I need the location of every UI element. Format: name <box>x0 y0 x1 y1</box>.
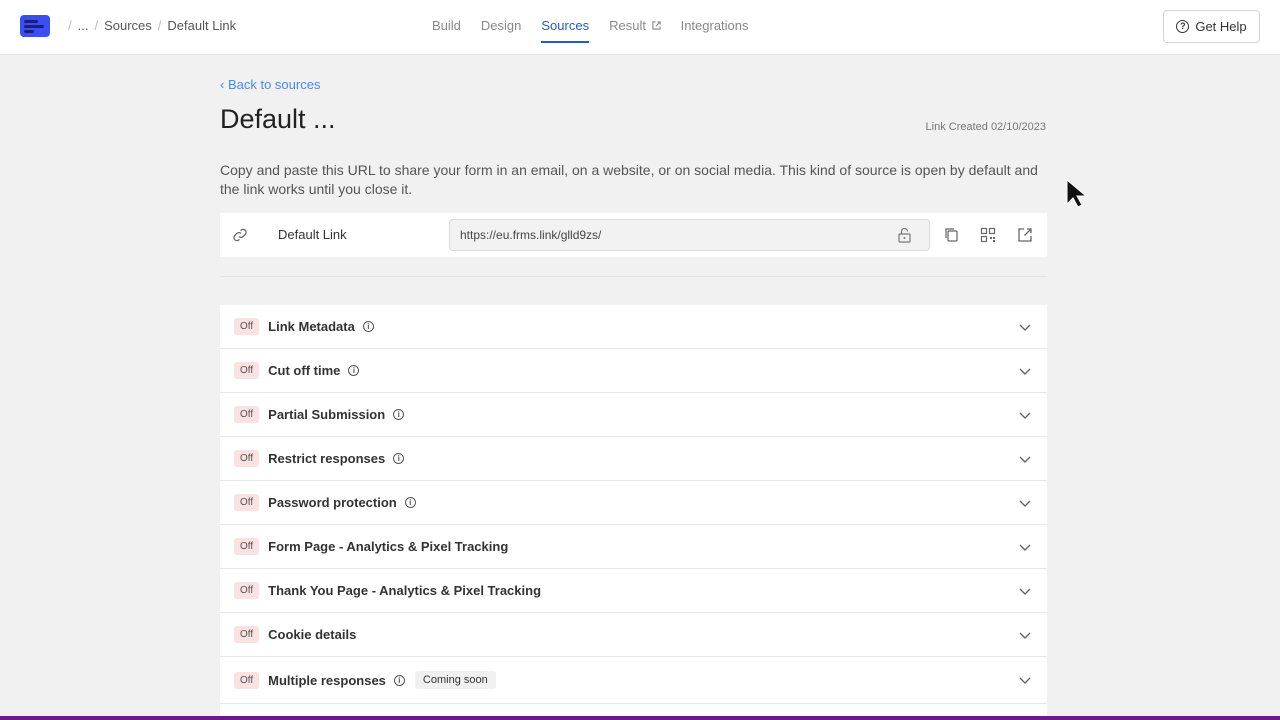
copy-icon[interactable] <box>944 227 959 243</box>
setting-multiple-responses[interactable]: Off Multiple responses i Coming soon <box>220 657 1047 704</box>
chevron-down-icon[interactable] <box>1019 410 1031 420</box>
setting-label: Form Page - Analytics & Pixel Tracking <box>268 539 509 554</box>
external-link-icon <box>651 21 661 30</box>
settings-accordion: Off Link Metadata i Off Cut off time i O… <box>220 305 1047 720</box>
app-logo-icon[interactable] <box>20 15 50 37</box>
status-badge: Off <box>234 362 260 379</box>
chevron-down-icon[interactable] <box>1019 542 1031 552</box>
chevron-down-icon[interactable] <box>1019 322 1031 332</box>
status-badge: Off <box>234 538 260 555</box>
setting-label: Multiple responses <box>268 672 386 688</box>
open-external-icon[interactable] <box>1017 227 1033 243</box>
setting-link-metadata[interactable]: Off Link Metadata i <box>220 305 1047 349</box>
link-created-date: Link Created 02/10/2023 <box>925 121 1046 133</box>
back-label: Back to sources <box>227 77 321 92</box>
chevron-left-icon: ‹ <box>220 77 225 92</box>
info-icon[interactable]: i <box>393 453 405 464</box>
setting-restrict-responses[interactable]: Off Restrict responses i <box>220 437 1047 481</box>
tab-integrations[interactable]: Integrations <box>681 18 749 43</box>
tab-result[interactable]: Result <box>609 18 661 43</box>
status-badge: Off <box>234 494 260 511</box>
status-badge: Off <box>234 450 260 467</box>
setting-label: Cookie details <box>268 627 357 642</box>
setting-form-page-analytics[interactable]: Off Form Page - Analytics & Pixel Tracki… <box>220 525 1047 569</box>
setting-label: Link Metadata <box>268 319 355 334</box>
setting-label: Partial Submission <box>268 407 386 422</box>
info-icon[interactable]: i <box>404 497 416 508</box>
help-icon: ? <box>1176 20 1190 33</box>
link-label: Default Link <box>278 227 347 242</box>
chevron-down-icon[interactable] <box>1019 454 1031 464</box>
status-badge: Off <box>234 582 260 599</box>
top-bar: / ... / Sources / Default Link Build Des… <box>0 0 1280 55</box>
get-help-label: Get Help <box>1195 19 1247 34</box>
page-description: Copy and paste this URL to share your fo… <box>220 162 1038 197</box>
tab-result-label: Result <box>609 18 646 33</box>
info-icon[interactable]: i <box>393 674 405 686</box>
info-icon[interactable]: i <box>348 365 360 376</box>
coming-soon-badge: Coming soon <box>414 671 496 689</box>
page-title: Default ... <box>220 104 336 134</box>
chevron-down-icon[interactable] <box>1019 366 1031 376</box>
breadcrumb-ellipsis[interactable]: ... <box>78 18 89 33</box>
setting-cut-off-time[interactable]: Off Cut off time i <box>220 349 1047 393</box>
get-help-button[interactable]: ? Get Help <box>1163 10 1260 43</box>
tab-sources[interactable]: Sources <box>541 18 590 43</box>
breadcrumb-current: Default Link <box>167 18 237 33</box>
breadcrumb-sources[interactable]: Sources <box>104 18 152 33</box>
setting-partial-submission[interactable]: Off Partial Submission i <box>220 393 1047 437</box>
status-badge: Off <box>234 406 260 423</box>
main-nav: Build Design Sources Result Integrations <box>432 18 749 43</box>
chevron-down-icon[interactable] <box>1019 675 1031 685</box>
chevron-down-icon[interactable] <box>1019 586 1031 596</box>
bottom-accent-bar <box>0 716 1280 720</box>
status-badge: Off <box>234 318 260 335</box>
tab-design[interactable]: Design <box>481 18 521 43</box>
setting-password-protection[interactable]: Off Password protection i <box>220 481 1047 525</box>
tab-build[interactable]: Build <box>432 18 461 43</box>
section-divider <box>220 276 1047 277</box>
setting-label: Password protection <box>268 495 397 510</box>
status-badge: Off <box>234 671 260 689</box>
breadcrumb: / ... / Sources / Default Link <box>68 18 237 33</box>
link-icon <box>233 228 247 242</box>
setting-label: Cut off time <box>268 363 341 378</box>
chevron-down-icon[interactable] <box>1019 630 1031 640</box>
setting-label: Thank You Page - Analytics & Pixel Track… <box>268 583 542 598</box>
info-icon[interactable]: i <box>362 321 374 332</box>
back-to-sources-link[interactable]: ‹ Back to sources <box>220 77 320 92</box>
setting-cookie-details[interactable]: Off Cookie details <box>220 613 1047 657</box>
qr-code-icon[interactable] <box>980 227 996 243</box>
lock-icon <box>898 227 911 243</box>
info-icon[interactable]: i <box>393 409 405 420</box>
url-field[interactable]: https://eu.frms.link/glld9zs/ <box>449 219 930 251</box>
setting-label: Restrict responses <box>268 451 386 466</box>
mouse-cursor-icon <box>1066 178 1088 208</box>
status-badge: Off <box>234 626 260 643</box>
chevron-down-icon[interactable] <box>1019 498 1031 508</box>
setting-thank-you-page-analytics[interactable]: Off Thank You Page - Analytics & Pixel T… <box>220 569 1047 613</box>
